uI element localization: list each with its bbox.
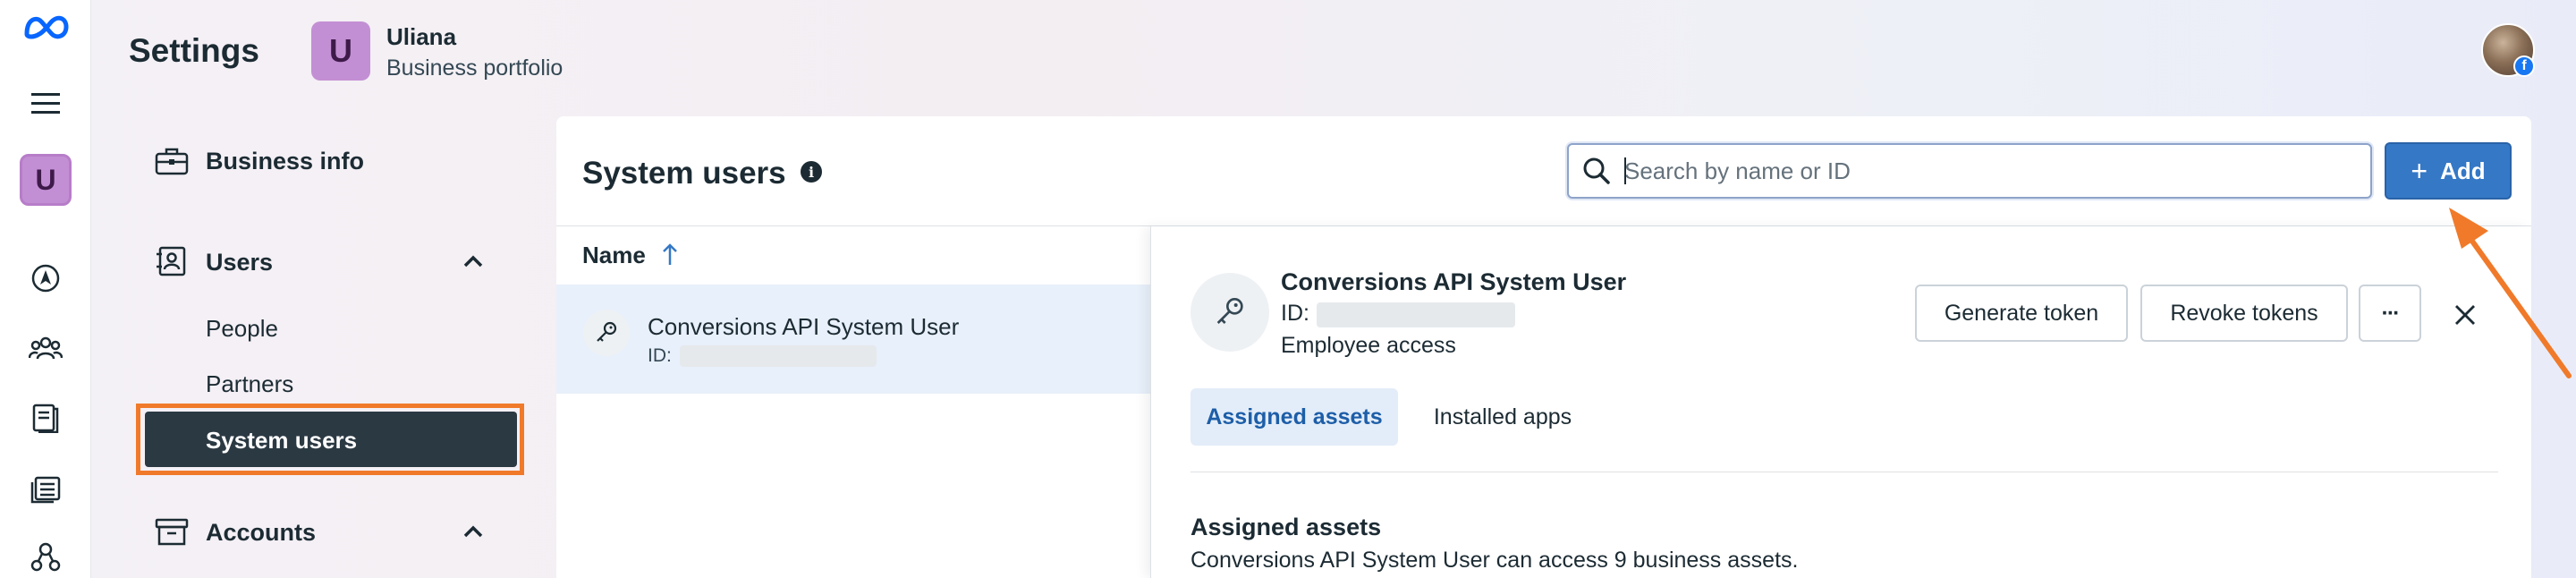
- key-icon: [583, 310, 630, 356]
- chevron-up-icon[interactable]: [461, 521, 486, 547]
- search-icon: [1580, 154, 1614, 188]
- detail-id-label: ID:: [1281, 301, 1309, 326]
- sidebar-item-people[interactable]: People: [206, 315, 278, 343]
- column-header-name[interactable]: Name: [582, 242, 646, 269]
- add-button-label: Add: [2440, 157, 2486, 184]
- detail-access: Employee access: [1281, 333, 1456, 358]
- sidebar-item-partners[interactable]: Partners: [206, 370, 293, 398]
- menu-icon[interactable]: [27, 85, 64, 123]
- meta-logo-icon[interactable]: [23, 7, 70, 45]
- briefcase-icon: [154, 143, 190, 179]
- business-portfolio-avatar[interactable]: U: [311, 21, 370, 81]
- row-id-label: ID:: [648, 345, 672, 366]
- archive-icon: [154, 514, 190, 549]
- business-name[interactable]: Uliana: [386, 23, 456, 51]
- page-title: Settings: [129, 32, 259, 69]
- redacted-id: [1317, 302, 1515, 327]
- generate-token-button[interactable]: Generate token: [1915, 285, 2128, 342]
- sidebar-item-accounts[interactable]: Accounts: [206, 519, 316, 547]
- sidebar-item-system-users-label: System users: [206, 427, 358, 454]
- assigned-assets-description: Conversions API System User can access 9…: [1191, 548, 1799, 573]
- sidebar-item-business-info[interactable]: Business info: [206, 148, 364, 175]
- people-icon[interactable]: [27, 329, 64, 367]
- users-badge-icon: [154, 243, 190, 279]
- sort-ascending-icon[interactable]: [660, 242, 680, 273]
- assigned-assets-heading: Assigned assets: [1191, 514, 1382, 540]
- catalog-icon[interactable]: [27, 399, 64, 437]
- key-icon: [1191, 273, 1269, 352]
- network-icon[interactable]: [27, 539, 64, 576]
- facebook-badge-icon: f: [2513, 55, 2535, 77]
- revoke-tokens-button[interactable]: Revoke tokens: [2140, 285, 2348, 342]
- pages-icon[interactable]: [27, 471, 64, 508]
- left-rail: U: [0, 0, 91, 578]
- info-icon[interactable]: i: [801, 161, 822, 183]
- detail-name: Conversions API System User: [1281, 268, 1627, 295]
- row-name: Conversions API System User: [648, 313, 960, 340]
- chevron-up-icon[interactable]: [461, 251, 486, 276]
- tab-installed-apps[interactable]: Installed apps: [1413, 388, 1592, 446]
- text-cursor: [1624, 157, 1626, 184]
- business-avatar[interactable]: U: [20, 154, 72, 206]
- search-input[interactable]: [1624, 147, 2358, 195]
- annotation-arrow: [2449, 208, 2572, 378]
- business-portfolio-label: Business portfolio: [386, 55, 564, 81]
- redacted-id: [680, 345, 877, 367]
- tab-assigned-assets[interactable]: Assigned assets: [1191, 388, 1398, 446]
- plus-icon: +: [2411, 155, 2428, 187]
- more-options-button[interactable]: ···: [2359, 285, 2421, 342]
- panel-title: System users: [582, 156, 786, 191]
- navigation-icon[interactable]: [27, 259, 64, 297]
- sidebar-item-users[interactable]: Users: [206, 249, 273, 276]
